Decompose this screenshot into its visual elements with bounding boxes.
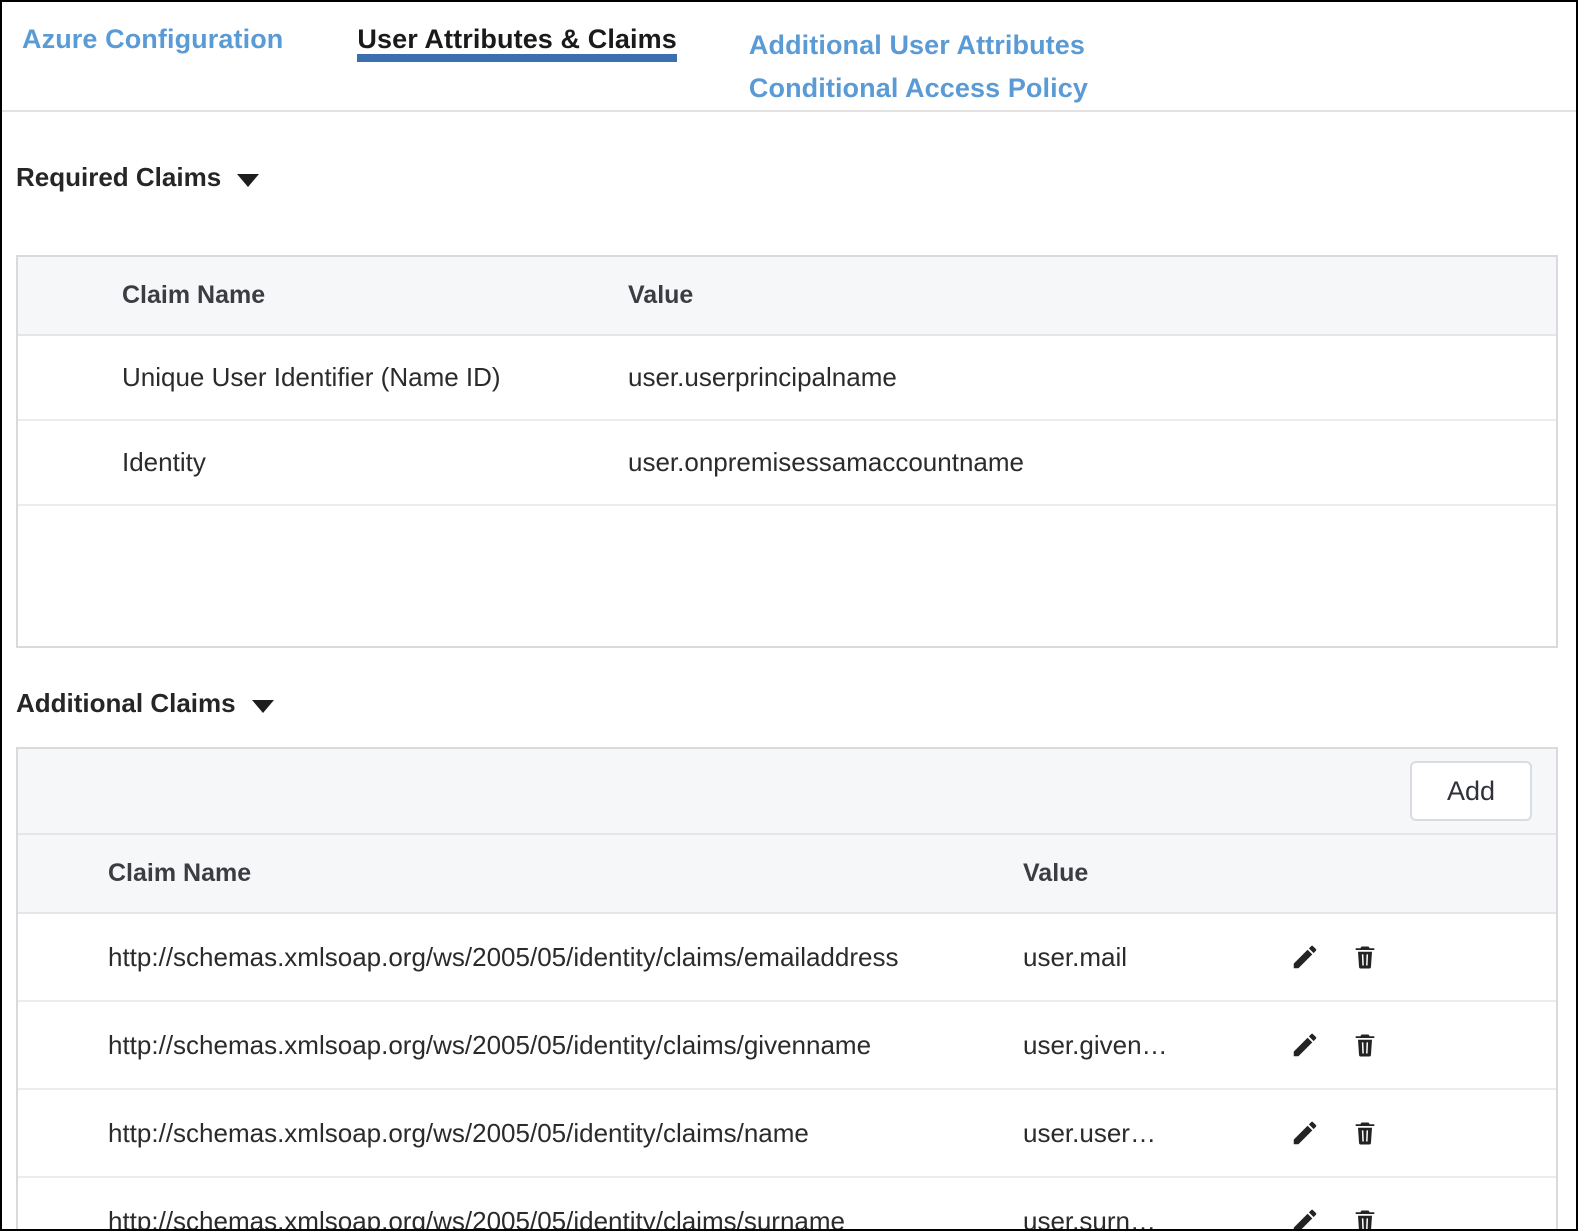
trash-icon[interactable] <box>1348 1204 1382 1229</box>
required-claims-section-header[interactable]: Required Claims <box>2 162 1576 193</box>
spacer-additional-heading <box>2 719 1576 747</box>
spacer-after-tabs <box>2 112 1576 162</box>
additional-claims-toolbar: Add <box>18 749 1556 835</box>
table-row[interactable]: http://schemas.xmlsoap.org/ws/2005/05/id… <box>18 1089 1556 1178</box>
table-row[interactable]: http://schemas.xmlsoap.org/ws/2005/05/id… <box>18 913 1556 1002</box>
spacer-required-heading <box>2 193 1576 255</box>
tab-user-attributes-and-claims[interactable]: User Attributes & Claims <box>357 2 677 62</box>
tab-additional-user-attributes-label: Additional User Attributes <box>748 30 1085 60</box>
pencil-icon[interactable] <box>1288 1204 1322 1229</box>
additional-claims-rows: http://schemas.xmlsoap.org/ws/2005/05/id… <box>18 913 1556 1231</box>
additional-claims-table: Claim Name Value http://schemas.xmlsoap.… <box>18 835 1556 1231</box>
spacer-between-sections <box>2 648 1576 688</box>
column-header-value: Value <box>1023 835 1288 914</box>
claim-name-cell: Identity <box>18 420 628 506</box>
claim-value-cell: user.mail <box>1023 913 1288 1002</box>
trash-icon[interactable] <box>1348 1028 1382 1062</box>
table-row[interactable]: Identity user.onpremisessamaccountname <box>18 420 1556 506</box>
pencil-icon[interactable] <box>1288 940 1322 974</box>
required-claims-title: Required Claims <box>16 162 222 192</box>
required-claims-card: Claim Name Value Unique User Identifier … <box>16 255 1558 648</box>
claim-value-cell: user.onpremisessamaccountname <box>628 420 1556 506</box>
tab-azure-configuration[interactable]: Azure Configuration <box>22 2 283 55</box>
required-claims-table: Claim Name Value Unique User Identifier … <box>18 257 1556 646</box>
claim-value-cell: user.surn… <box>1023 1205 1156 1231</box>
trash-icon[interactable] <box>1348 940 1382 974</box>
tab-bar: Azure Configuration User Attributes & Cl… <box>2 2 1576 112</box>
table-row[interactable]: Unique User Identifier (Name ID) user.us… <box>18 335 1556 421</box>
claim-value-cell: user.userprincipalname <box>628 335 1556 421</box>
claim-name-cell: http://schemas.xmlsoap.org/ws/2005/05/id… <box>18 1001 1023 1090</box>
row-actions-cell <box>1288 913 1556 1002</box>
additional-claims-section-header[interactable]: Additional Claims <box>2 688 1576 719</box>
table-row[interactable]: http://schemas.xmlsoap.org/ws/2005/05/id… <box>18 1001 1556 1090</box>
pencil-icon[interactable] <box>1288 1116 1322 1150</box>
column-header-value: Value <box>628 257 1556 336</box>
claim-name-cell: http://schemas.xmlsoap.org/ws/2005/05/id… <box>18 913 1023 1002</box>
additional-claims-title: Additional Claims <box>16 688 236 718</box>
add-button[interactable]: Add <box>1410 761 1532 821</box>
chevron-down-icon[interactable] <box>251 700 274 713</box>
claim-name-cell: http://schemas.xmlsoap.org/ws/2005/05/id… <box>108 1205 846 1231</box>
chevron-down-icon[interactable] <box>237 174 260 187</box>
column-header-claim-name: Claim Name <box>18 257 628 336</box>
claim-name-cell: http://schemas.xmlsoap.org/ws/2005/05/id… <box>18 1089 1023 1178</box>
tab-conditional-access-policy-label: Conditional Access Policy <box>748 73 1088 104</box>
pencil-icon[interactable] <box>1288 1028 1322 1062</box>
table-row[interactable]: http://schemas.xmlsoap.org/ws/2005/05/id… <box>18 1177 1556 1231</box>
row-actions-cell <box>1288 1089 1556 1178</box>
tab-user-attributes-and-claims-label: User Attributes & Claims <box>357 24 677 54</box>
table-header-row: Claim Name Value <box>18 835 1556 914</box>
trash-icon[interactable] <box>1348 1116 1382 1150</box>
column-header-actions <box>1288 835 1556 914</box>
table-header-row: Claim Name Value <box>18 257 1556 336</box>
additional-claims-card: Add Claim Name Value http://schemas.xmls… <box>16 747 1558 1231</box>
active-tab-underline <box>357 54 677 62</box>
claim-name-cell: Unique User Identifier (Name ID) <box>18 335 628 421</box>
claim-value-cell: user.user… <box>1023 1089 1288 1178</box>
column-header-claim-name: Claim Name <box>18 835 1023 914</box>
row-actions-cell <box>1288 1177 1556 1229</box>
table-empty-space <box>18 505 1556 646</box>
tab-additional-user-attributes[interactable]: Additional User Attributes Conditional A… <box>749 2 1088 110</box>
claims-configuration-page: Azure Configuration User Attributes & Cl… <box>0 0 1578 1231</box>
row-actions-cell <box>1288 1001 1556 1090</box>
claim-value-cell: user.given… <box>1023 1001 1288 1090</box>
